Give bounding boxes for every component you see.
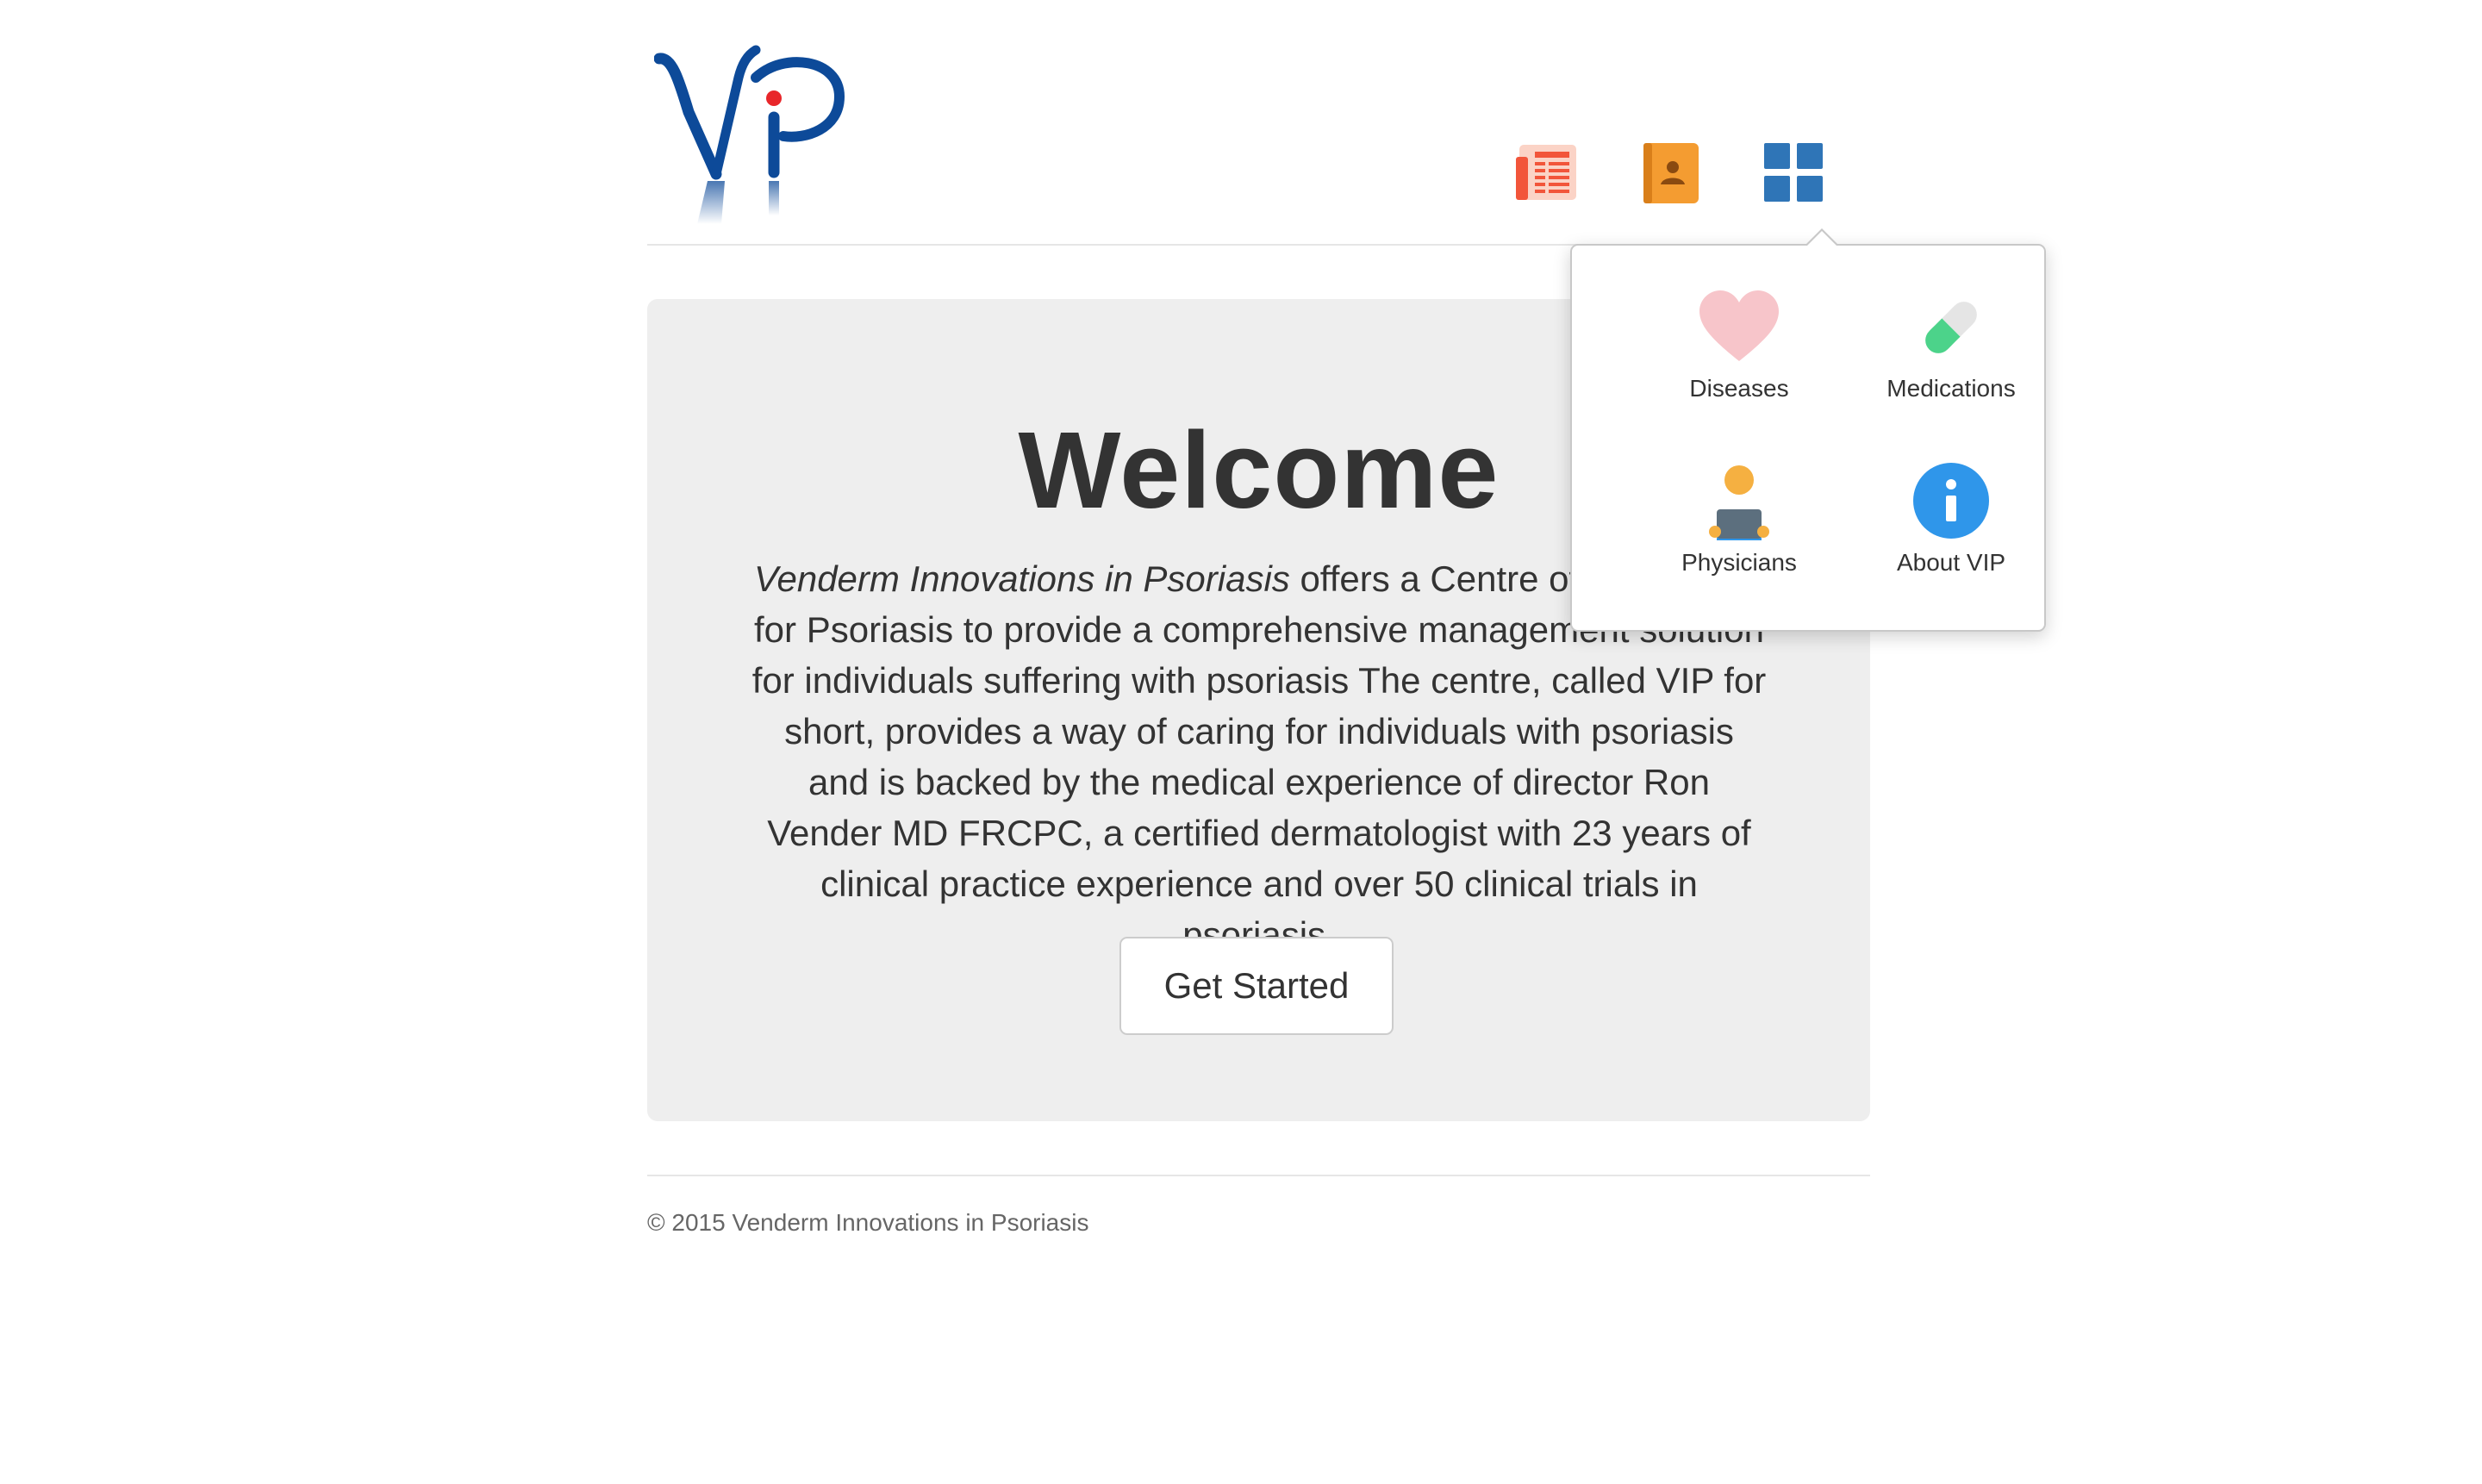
app-menu-popover: Diseases Medications Physicians About VI… — [1570, 228, 2046, 632]
menu-item-label: Diseases — [1689, 375, 1789, 402]
vip-logo[interactable] — [653, 43, 861, 233]
newspaper-icon[interactable] — [1514, 138, 1583, 207]
pill-icon — [1925, 302, 1977, 353]
menu-item-label: Physicians — [1681, 549, 1797, 576]
vip-logo-mark — [653, 45, 845, 224]
physician-icon — [1709, 465, 1769, 540]
heart-icon — [1699, 290, 1779, 361]
footer-copyright: © 2015 Venderm Innovations in Psoriasis — [647, 1209, 1089, 1236]
info-icon — [1913, 463, 1989, 539]
page-container: Welcome Venderm Innovations in Psoriasis… — [647, 0, 1870, 1484]
menu-item-medications[interactable]: Medications — [1856, 289, 2046, 402]
menu-item-diseases[interactable]: Diseases — [1644, 289, 1834, 402]
menu-item-physicians[interactable]: Physicians — [1644, 461, 1834, 577]
grid-menu-icon[interactable] — [1759, 138, 1828, 207]
popover-arrow — [1805, 228, 1839, 246]
intro-brand-name: Venderm Innovations in Psoriasis — [754, 558, 1290, 599]
menu-item-label: Medications — [1886, 375, 2016, 402]
footer-divider — [647, 1175, 1870, 1176]
menu-item-label: About VIP — [1896, 549, 2006, 576]
menu-item-about-vip[interactable]: About VIP — [1856, 461, 2046, 577]
get-started-button[interactable]: Get Started — [1119, 937, 1394, 1035]
contact-book-icon[interactable] — [1637, 138, 1706, 207]
